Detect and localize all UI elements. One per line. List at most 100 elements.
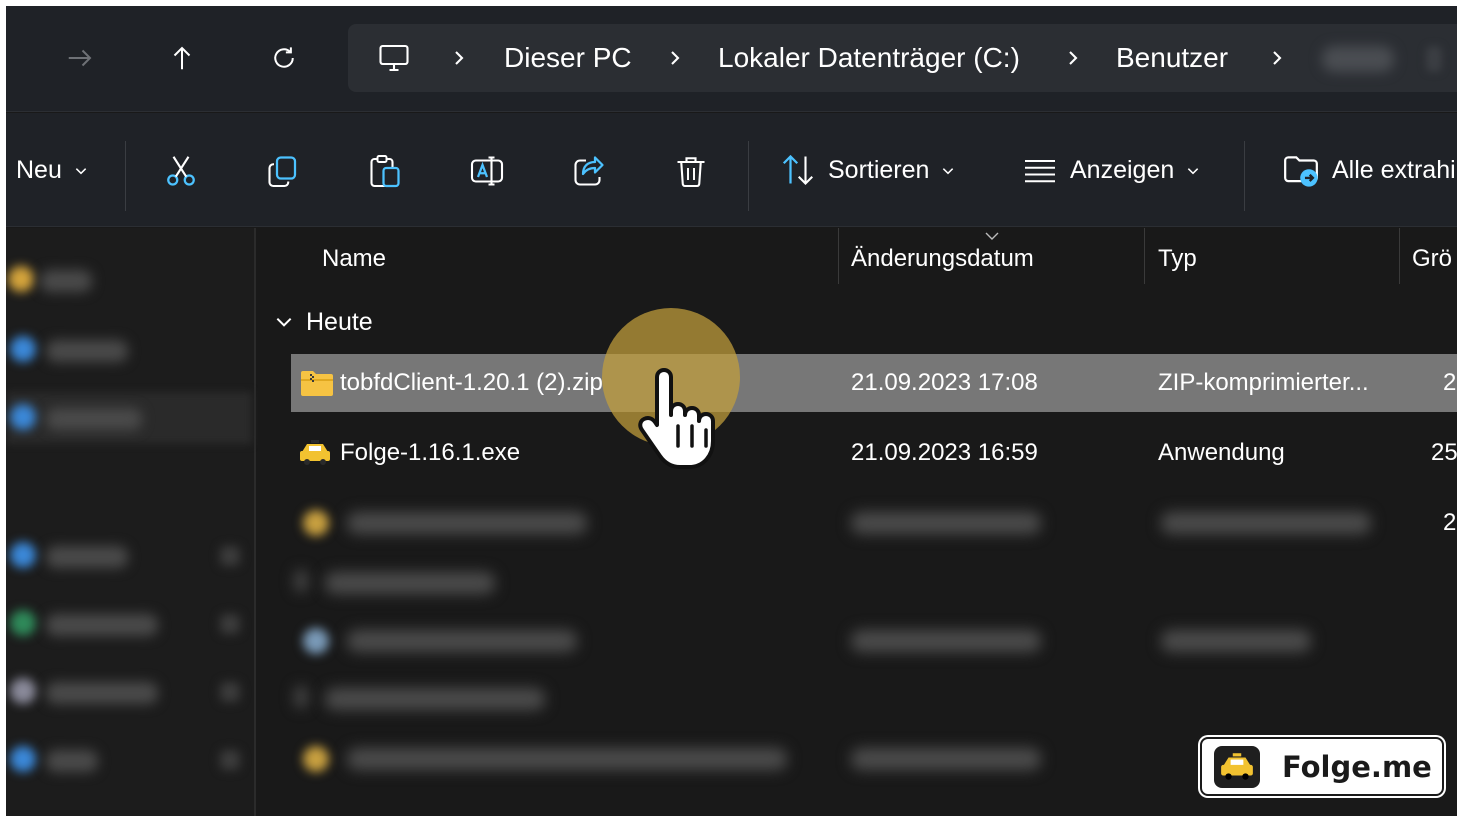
rename-icon: [470, 156, 504, 186]
breadcrumb-item-redacted: [1426, 46, 1442, 72]
sort-icon: [782, 154, 813, 185]
pin-icon: [220, 750, 240, 770]
chevron-right-icon: [450, 24, 468, 92]
redacted-text: [851, 630, 1041, 652]
breadcrumb-item-redacted[interactable]: [1322, 46, 1394, 72]
column-divider[interactable]: [838, 228, 839, 284]
copy-button[interactable]: [265, 153, 301, 189]
downloads-icon: [10, 610, 36, 636]
redacted-text: [347, 630, 577, 652]
folge-app-icon: [298, 438, 332, 468]
share-icon: [574, 156, 604, 186]
folder-icon: [8, 266, 34, 292]
share-button[interactable]: [571, 153, 607, 189]
breadcrumb-item-this-pc[interactable]: Dieser PC: [504, 24, 632, 92]
file-size: 2: [1443, 369, 1457, 396]
file-list: Name Änderungsdatum Typ Grö Heute tobfdC…: [258, 228, 1457, 816]
scissors-icon: [167, 156, 195, 186]
column-header-date[interactable]: Änderungsdatum: [851, 228, 1034, 290]
watermark-text: Folge.me: [1282, 749, 1432, 784]
chevron-down-icon: [74, 156, 88, 185]
file-row-selected[interactable]: tobfdClient-1.20.1 (2).zip 21.09.2023 17…: [291, 354, 1457, 412]
rename-button[interactable]: [469, 153, 505, 189]
column-header-type[interactable]: Typ: [1158, 228, 1197, 290]
arrow-right-icon: [68, 49, 92, 67]
monitor-icon: [376, 40, 412, 76]
chevron-down-icon: [295, 570, 307, 592]
toolbar-divider: [748, 141, 749, 211]
cloud-icon: [10, 336, 36, 362]
file-date: 21.09.2023 16:59: [851, 439, 1038, 466]
group-header-today[interactable]: Heute: [274, 306, 373, 338]
desktop-icon: [10, 542, 36, 568]
chevron-down-icon: [1186, 156, 1200, 185]
column-divider[interactable]: [1399, 228, 1400, 284]
folge-logo-icon: [1214, 745, 1260, 788]
new-button[interactable]: Neu: [16, 113, 88, 227]
file-size: 2: [1443, 509, 1457, 536]
file-row-redacted[interactable]: 2: [291, 494, 1457, 552]
chevron-right-icon: [1268, 24, 1286, 92]
toolbar-divider: [1244, 141, 1245, 211]
view-button[interactable]: Anzeigen: [1022, 113, 1200, 227]
forward-button[interactable]: [58, 36, 102, 80]
column-divider[interactable]: [1144, 228, 1145, 284]
zip-folder-icon: [300, 368, 334, 398]
address-row: Dieser PC Lokaler Datenträger (C:) Benut…: [6, 6, 1457, 112]
file-date: 21.09.2023 17:08: [851, 369, 1038, 396]
redacted-text: [347, 748, 787, 770]
chevron-down-icon: [941, 156, 955, 185]
chevron-right-icon: [666, 24, 684, 92]
view-label: Anzeigen: [1070, 155, 1175, 184]
view-lines-icon: [1025, 159, 1055, 183]
group-header-redacted[interactable]: [291, 554, 1457, 612]
breadcrumb[interactable]: Dieser PC Lokaler Datenträger (C:) Benut…: [348, 24, 1457, 92]
nav-item-redacted[interactable]: [46, 750, 98, 772]
breadcrumb-item-local-disk[interactable]: Lokaler Datenträger (C:): [718, 24, 1020, 92]
column-header-size[interactable]: Grö: [1412, 228, 1452, 290]
sort-button[interactable]: Sortieren: [780, 113, 955, 227]
nav-item-redacted[interactable]: [46, 614, 158, 636]
file-type: ZIP-komprimierter...: [1158, 369, 1369, 396]
group-label: Heute: [306, 307, 373, 336]
file-name: Folge-1.16.1.exe: [340, 439, 521, 466]
file-explorer-window: Dieser PC Lokaler Datenträger (C:) Benut…: [6, 6, 1457, 816]
nav-item-redacted[interactable]: [46, 340, 128, 362]
nav-item-redacted: [46, 408, 142, 430]
command-bar: Neu Sortieren Anzeigen Alle extrahi: [6, 113, 1457, 227]
column-header-name[interactable]: Name: [322, 228, 386, 290]
extract-all-label: Alle extrahi: [1332, 155, 1456, 184]
redacted-text: [325, 572, 495, 594]
nav-item-redacted[interactable]: [40, 270, 92, 292]
nav-item-redacted[interactable]: [46, 682, 158, 704]
file-row-redacted[interactable]: [291, 612, 1457, 670]
delete-button[interactable]: [673, 153, 709, 189]
new-label: Neu: [16, 155, 62, 184]
redacted-text: [325, 688, 545, 710]
navigation-pane: [6, 228, 256, 816]
refresh-button[interactable]: [262, 36, 306, 80]
extract-all-button[interactable]: Alle extrahi: [1282, 113, 1456, 227]
file-icon: [303, 746, 329, 772]
nav-item-redacted[interactable]: [46, 546, 128, 568]
folder-icon: [303, 510, 329, 536]
sort-label: Sortieren: [828, 155, 930, 184]
redacted-text: [851, 512, 1041, 534]
clipboard-icon: [370, 155, 400, 188]
redacted-text: [347, 512, 587, 534]
chevron-down-icon: [276, 317, 292, 327]
file-type: Anwendung: [1158, 439, 1285, 466]
cloud-icon: [10, 404, 36, 430]
cut-button[interactable]: [163, 153, 199, 189]
pin-icon: [220, 682, 240, 702]
file-icon: [303, 628, 329, 654]
folge-watermark: Folge.me: [1200, 737, 1444, 796]
paste-button[interactable]: [367, 153, 403, 189]
group-header-redacted[interactable]: [291, 670, 1457, 728]
trash-icon: [677, 157, 705, 188]
up-button[interactable]: [160, 36, 204, 80]
breadcrumb-item-users[interactable]: Benutzer: [1116, 24, 1228, 92]
file-row[interactable]: Folge-1.16.1.exe 21.09.2023 16:59 Anwend…: [291, 424, 1457, 482]
documents-icon: [10, 678, 36, 704]
arrow-up-icon: [173, 46, 191, 70]
